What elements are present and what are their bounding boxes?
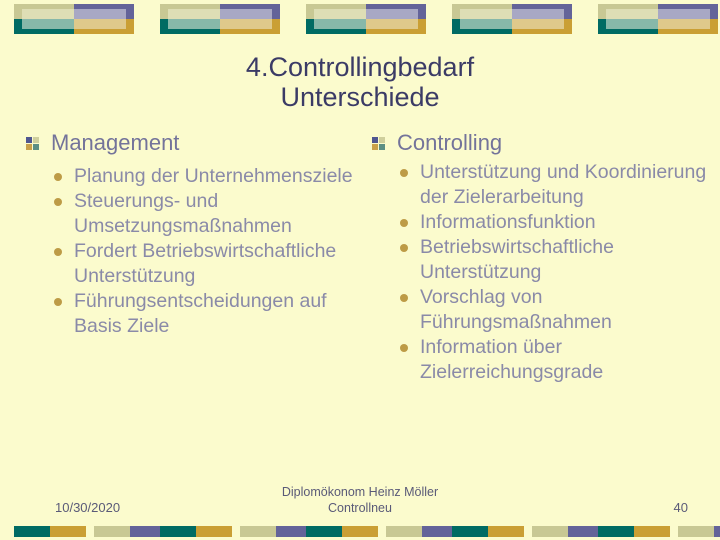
right-column-bullet-list: Unterstützung und Koordinierung der Ziel… [368, 160, 708, 385]
tile-block-teal [160, 526, 196, 537]
left-column-heading: Management [22, 130, 367, 156]
tile-inner-green [314, 19, 366, 29]
tile-inner-green [606, 19, 658, 29]
tile-block-gold [196, 526, 232, 537]
list-item-label: Vorschlag von Führungsmaßnahmen [420, 286, 612, 333]
list-item-label: Steuerungs- und Umsetzungsmaßnahmen [74, 190, 292, 237]
top-band-tile [160, 4, 280, 34]
tile-inner-sage [460, 9, 512, 19]
tile-inner-tan [74, 19, 126, 29]
list-item: Unterstützung und Koordinierung der Ziel… [368, 160, 708, 210]
quad-square-bullet-icon [26, 137, 39, 150]
list-item-label: Fordert Betriebswirtschaftliche Unterstü… [74, 240, 337, 287]
tile-inner-lavender [512, 9, 564, 19]
left-column-heading-label: Management [51, 130, 180, 155]
list-item-label: Betriebswirtschaftliche Unterstützung [420, 236, 614, 283]
tile-block-sage [678, 526, 714, 537]
tile-inner-lavender [366, 9, 418, 19]
tile-inner-tan [658, 19, 710, 29]
top-band-tile [452, 4, 572, 34]
tile-block-teal [452, 526, 488, 537]
tile-block-teal [306, 526, 342, 537]
list-item: Steuerungs- und Umsetzungsmaßnahmen [22, 189, 367, 239]
tile-inner-green [168, 19, 220, 29]
top-band-tile [14, 4, 134, 34]
tile-block-gold [634, 526, 670, 537]
list-item: Führungsentscheidungen auf Basis Ziele [22, 289, 367, 339]
tile-block-teal [598, 526, 634, 537]
tile-inner-tan [512, 19, 564, 29]
tile-block-sage [386, 526, 422, 537]
tile-inner-green [460, 19, 512, 29]
bottom-band-tile [14, 526, 166, 537]
quad-square-bullet-icon [372, 137, 385, 150]
tile-inner-sage [314, 9, 366, 19]
tile-block-teal [14, 526, 50, 537]
list-item: Vorschlag von Führungsmaßnahmen [368, 285, 708, 335]
right-column-heading-label: Controlling [397, 130, 503, 155]
tile-block-sage [532, 526, 568, 537]
tile-inner-sage [606, 9, 658, 19]
tile-block-gold [50, 526, 86, 537]
list-item: Informationsfunktion [368, 210, 708, 235]
tile-inner-overlay [460, 9, 564, 29]
list-item-label: Informationsfunktion [420, 211, 596, 233]
dot-bullet-icon [54, 198, 62, 206]
tile-inner-overlay [22, 9, 126, 29]
list-item-label: Planung der Unternehmensziele [74, 165, 353, 187]
dot-bullet-icon [54, 173, 62, 181]
left-column: Management Planung der Unternehmensziele… [22, 130, 367, 339]
tile-inner-tan [220, 19, 272, 29]
footer-deck-name: Controllneu [328, 501, 392, 515]
list-item: Fordert Betriebswirtschaftliche Unterstü… [22, 239, 367, 289]
tile-inner-overlay [168, 9, 272, 29]
tile-block-gold [342, 526, 378, 537]
list-item: Information über Zielerreichungsgrade [368, 335, 708, 385]
tile-block-sage [94, 526, 130, 537]
tile-inner-overlay [606, 9, 710, 29]
tile-inner-sage [22, 9, 74, 19]
footer-author: Diplomökonom Heinz Möller [281, 485, 439, 499]
right-column: Controlling Unterstützung und Koordinier… [368, 130, 708, 385]
tile-block-purple [714, 526, 720, 537]
dot-bullet-icon [400, 219, 408, 227]
list-item-label: Führungsentscheidungen auf Basis Ziele [74, 290, 327, 337]
tile-block-gold [488, 526, 524, 537]
dot-bullet-icon [54, 298, 62, 306]
bottom-band-tile [452, 526, 604, 537]
dot-bullet-icon [400, 344, 408, 352]
dot-bullet-icon [400, 169, 408, 177]
left-column-bullet-list: Planung der Unternehmensziele Steuerungs… [22, 164, 367, 339]
footer-page-number: 40 [673, 500, 688, 515]
tile-inner-lavender [74, 9, 126, 19]
top-decorative-band [0, 0, 720, 40]
right-column-heading: Controlling [368, 130, 708, 156]
tile-inner-green [22, 19, 74, 29]
list-item-label: Information über Zielerreichungsgrade [420, 336, 604, 383]
tile-inner-lavender [658, 9, 710, 19]
top-band-tile [306, 4, 426, 34]
top-band-tile [598, 4, 718, 34]
bottom-band-tile [598, 526, 720, 537]
slide-title-line-2: Unterschiede [280, 82, 440, 112]
dot-bullet-icon [400, 294, 408, 302]
tile-inner-tan [366, 19, 418, 29]
tile-inner-sage [168, 9, 220, 19]
dot-bullet-icon [400, 244, 408, 252]
tile-inner-lavender [220, 9, 272, 19]
tile-inner-overlay [314, 9, 418, 29]
footer-center: Diplomökonom Heinz Möller Controllneu [0, 484, 720, 516]
bottom-decorative-band [0, 526, 720, 540]
tile-block-sage [240, 526, 276, 537]
bottom-band-tile [160, 526, 312, 537]
bottom-band-tile [306, 526, 458, 537]
slide-title-line-1: 4.Controllingbedarf [245, 52, 475, 82]
list-item: Betriebswirtschaftliche Unterstützung [368, 235, 708, 285]
list-item: Planung der Unternehmensziele [22, 164, 367, 189]
dot-bullet-icon [54, 248, 62, 256]
list-item-label: Unterstützung und Koordinierung der Ziel… [420, 161, 707, 208]
slide-title: 4.Controllingbedarf Unterschiede [0, 52, 720, 112]
